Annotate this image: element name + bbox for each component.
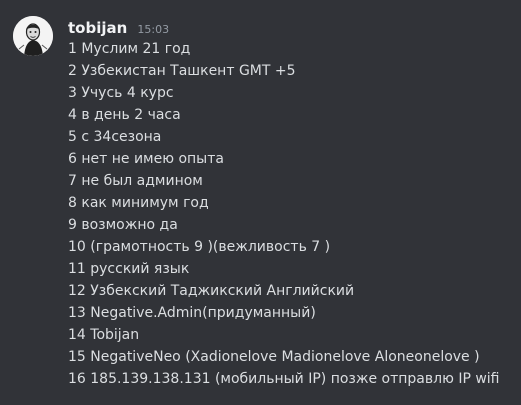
message-line: 14 Tobijan bbox=[68, 327, 140, 343]
message-line: 6 нет не имею опыта bbox=[68, 151, 224, 167]
user-avatar[interactable] bbox=[13, 16, 53, 56]
message-line: 9 возможно да bbox=[68, 217, 178, 233]
message-line: 15 NegativeNeo (Xadionelove Madionelove … bbox=[68, 349, 480, 365]
message-line: 11 русский язык bbox=[68, 261, 190, 277]
username[interactable]: tobijan bbox=[68, 19, 127, 37]
message-line: 13 Negative.Admin(придуманный) bbox=[68, 305, 316, 321]
message-line: 16 185.139.138.131 (мобильный IP) позже … bbox=[68, 371, 500, 387]
message-header: tobijan 15:03 bbox=[68, 17, 169, 39]
message-line: 3 Учусь 4 курс bbox=[68, 85, 174, 101]
message-content: 1 Муслим 21 год 2 Узбекистан Ташкент GMT… bbox=[68, 38, 500, 390]
message-line: 5 с 34сезона bbox=[68, 129, 162, 145]
message-line: 1 Муслим 21 год bbox=[68, 41, 191, 57]
message-line: 7 не был админом bbox=[68, 173, 203, 189]
message-line: 12 Узбекский Таджикский Английский bbox=[68, 283, 355, 299]
message-line: 10 (грамотность 9 )(вежливость 7 ) bbox=[68, 239, 331, 255]
message-line: 4 в день 2 часа bbox=[68, 107, 181, 123]
user-avatar-icon bbox=[13, 16, 53, 56]
chat-message: tobijan 15:03 1 Муслим 21 год 2 Узбекист… bbox=[0, 0, 521, 405]
timestamp: 15:03 bbox=[137, 23, 170, 36]
message-line: 2 Узбекистан Ташкент GMT +5 bbox=[68, 63, 296, 79]
message-line: 8 как минимум год bbox=[68, 195, 209, 211]
